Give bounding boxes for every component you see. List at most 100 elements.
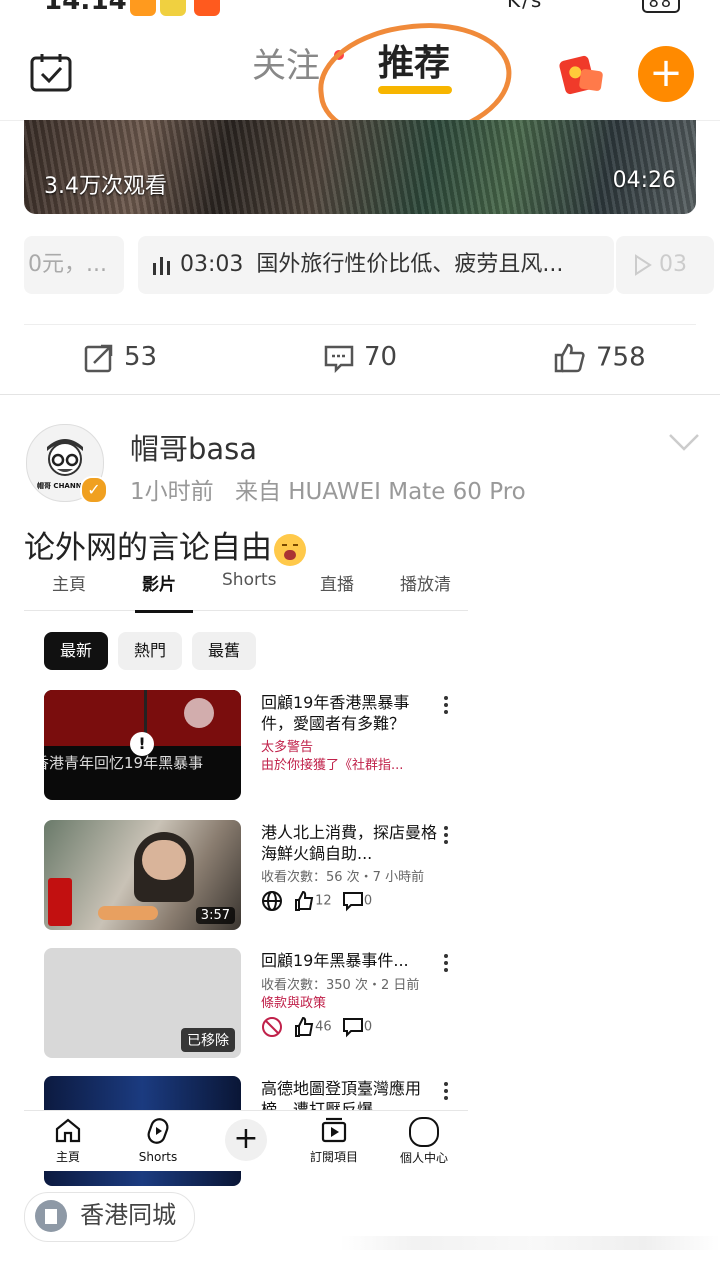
video-title-1: 回顧19年香港黑暴事件，愛國者有多難？ <box>261 693 410 733</box>
status-right-icons: K/s 88 <box>37 0 680 13</box>
avatar-text: 帽哥 CHANN <box>37 482 82 490</box>
video-icons-2: 12 0 <box>261 890 372 912</box>
prohibited-icon <box>262 1017 282 1037</box>
video-duration-2: 3:57 <box>195 907 235 924</box>
post-text-body: 论外网的言论自由 <box>24 530 272 566</box>
video-icons-3: 46 0 <box>261 1016 372 1038</box>
comment-icon <box>342 1018 363 1038</box>
comment-button[interactable]: 70 <box>324 342 397 373</box>
video-policy-3: 條款與政策 <box>261 996 327 1011</box>
video-duration: 04:26 <box>612 168 676 193</box>
filter-popular: 熱門 <box>118 632 182 670</box>
thumbs-up-icon <box>554 343 585 373</box>
location-chip[interactable]: 香港同城 <box>24 1192 196 1242</box>
video-stats-2: 收看次數：56 次・7 小時前 <box>261 870 425 885</box>
cola-can <box>48 878 72 926</box>
profile-avatar-icon <box>409 1117 439 1147</box>
video-comments-3: 0 <box>363 1019 373 1035</box>
video-views: 3.4万次观看 <box>44 174 167 199</box>
shorts-icon <box>147 1118 169 1144</box>
comment-icon <box>342 892 363 912</box>
building-icon <box>35 1200 67 1232</box>
thumb-caption: 香港青年回忆19年黑暴事 <box>44 754 204 772</box>
yt-nav-subscriptions-label: 訂閱項目 <box>309 1150 358 1164</box>
like-button[interactable]: 758 <box>554 342 646 374</box>
more-icon <box>444 696 450 717</box>
video-title-2: 港人北上消費，探店曼格海鮮火鍋自助... <box>261 823 438 863</box>
embedded-screenshot[interactable]: 主頁 影片 Shorts 直播 播放清 最新 熱門 最舊 香港青年回忆19年黑暴… <box>24 566 468 1246</box>
channel-tab-home: 主頁 <box>52 575 86 595</box>
channel-tab-shorts: Shorts <box>222 570 277 590</box>
video-warning-detail-1: 由於你接獲了《社群指... <box>261 758 404 773</box>
video-thumbnail-2: 3:57 <box>44 820 241 930</box>
home-icon <box>55 1118 81 1143</box>
yt-nav-shorts: Shorts <box>118 1117 198 1164</box>
yt-nav-home-label: 主頁 <box>55 1150 80 1164</box>
post-time: 1小时前 <box>130 479 214 505</box>
like-count: 758 <box>596 342 646 373</box>
section-divider <box>0 394 720 395</box>
status-bar: 14:14 K/s 88 <box>0 0 720 20</box>
channel-tab-playlists: 播放清 <box>400 575 451 595</box>
yt-bottom-nav: 主頁 Shorts + 訂閱項目 個人中心 <box>24 1110 468 1171</box>
net-speed: K/s <box>507 0 544 12</box>
related-video-chip-prev[interactable]: 0元，... <box>24 236 124 294</box>
video-likes-3: 46 <box>315 1019 332 1035</box>
audio-bars-icon <box>153 257 170 275</box>
share-icon <box>84 344 113 372</box>
location-label: 香港同城 <box>80 1201 177 1229</box>
verified-badge-icon: ✓ <box>80 476 108 504</box>
video-thumbnail[interactable]: 3.4万次观看 04:26 <box>24 120 696 214</box>
post-plus-button[interactable]: + <box>638 46 694 102</box>
video-warning-1: 太多警告 <box>261 740 314 755</box>
removed-badge: 已移除 <box>181 1028 235 1052</box>
post-text: 论外网的言论自由 <box>24 522 306 567</box>
channel-tab-underline <box>135 610 193 613</box>
yt-nav-home: 主頁 <box>28 1117 108 1165</box>
comment-icon <box>324 345 354 373</box>
add-icon: + <box>225 1119 267 1161</box>
yt-nav-create: + <box>206 1119 286 1161</box>
more-icon <box>444 954 450 975</box>
yt-nav-shorts-label: Shorts <box>138 1150 178 1164</box>
author-name[interactable]: 帽哥basa <box>130 426 257 468</box>
subscriptions-icon <box>321 1117 347 1143</box>
checkin-calendar-icon[interactable] <box>30 52 72 92</box>
channel-tab-live: 直播 <box>320 575 354 595</box>
globe-icon <box>262 891 282 911</box>
related-chip-title: 国外旅行性价比低、疲劳且风... <box>256 252 564 277</box>
hk-flower-icon <box>184 698 214 728</box>
yt-nav-profile: 個人中心 <box>384 1117 464 1166</box>
post-meta: 1小时前 来自 HUAWEI Mate 60 Pro <box>130 472 526 506</box>
tab-follow[interactable]: 关注 <box>252 38 320 87</box>
red-packet-icon[interactable] <box>558 52 606 96</box>
yawn-emoji-icon <box>274 533 306 566</box>
thumbs-up-icon <box>295 1016 314 1037</box>
video-thumbnail-1: 香港青年回忆19年黑暴事 ! <box>44 690 241 800</box>
yt-nav-profile-label: 個人中心 <box>399 1151 448 1165</box>
share-button[interactable]: 53 <box>84 342 157 373</box>
share-count: 53 <box>124 342 158 372</box>
video-comments-2: 0 <box>363 893 373 909</box>
filter-oldest: 最舊 <box>192 632 256 670</box>
related-video-chip-next[interactable]: 03 <box>616 236 714 294</box>
post-source: 来自 HUAWEI Mate 60 Pro <box>234 479 526 505</box>
related-video-chip[interactable]: 03:03 国外旅行性价比低、疲劳且风... <box>138 236 614 294</box>
yt-nav-subscriptions: 訂閱項目 <box>294 1117 374 1165</box>
more-icon <box>444 1082 450 1103</box>
related-chip-next-text: 03 <box>659 252 687 277</box>
channel-tab-videos: 影片 <box>142 575 176 595</box>
video-likes-2: 12 <box>315 893 332 909</box>
more-icon <box>444 826 450 847</box>
play-icon <box>635 254 652 276</box>
related-chip-time: 03:03 <box>180 252 244 277</box>
comment-count: 70 <box>364 342 398 372</box>
video-title-3: 回顧19年黑暴事件... <box>261 951 409 970</box>
filter-latest: 最新 <box>44 632 108 670</box>
video-stats-3: 收看次數：350 次・2 日前 <box>261 978 420 993</box>
video-row: 3:57 港人北上消費，探店曼格海鮮火鍋自助... 收看次數：56 次・7 小時… <box>44 820 464 932</box>
chevron-down-icon[interactable] <box>668 432 700 452</box>
warning-icon: ! <box>130 732 154 756</box>
video-row: 已移除 回顧19年黑暴事件... 收看次數：350 次・2 日前 條款與政策 4… <box>44 948 464 1060</box>
thumbs-up-icon <box>295 890 314 911</box>
